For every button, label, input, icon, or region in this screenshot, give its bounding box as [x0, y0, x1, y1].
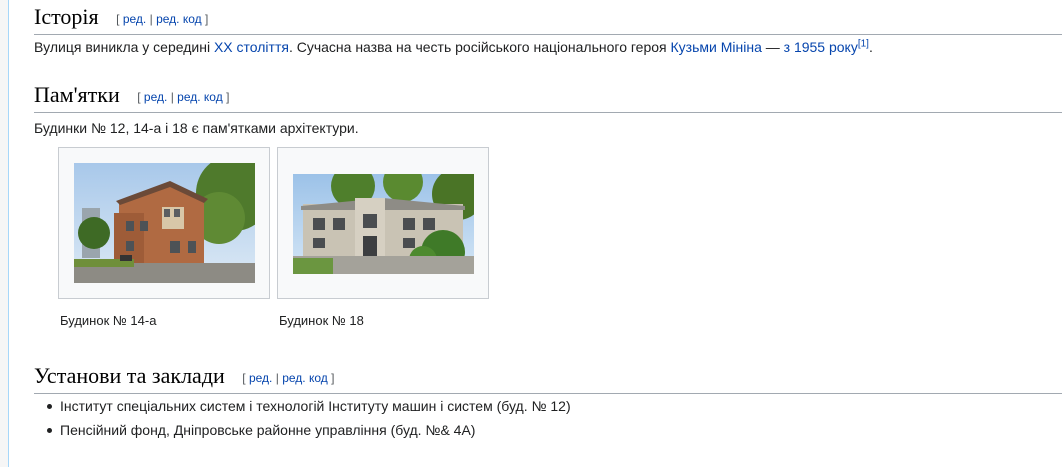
link-century[interactable]: XX століття: [214, 39, 289, 55]
edit-section-links: [ ред. | ред. код ]: [242, 370, 335, 385]
photo-house-14a[interactable]: [74, 163, 255, 283]
edit-source-link[interactable]: ред. код: [156, 12, 202, 26]
section-heading-monuments: Пам'ятки [ ред. | ред. код ]: [34, 81, 1062, 113]
building-photo-icon: [293, 174, 474, 274]
edit-source-link[interactable]: ред. код: [282, 371, 328, 385]
section-heading-history: Історія [ ред. | ред. код ]: [34, 3, 1062, 35]
heading-text: Установи та заклади: [34, 363, 225, 388]
gallery-caption: Будинок № 18: [279, 313, 364, 328]
building-photo-icon: [74, 163, 255, 283]
thumbnail-frame: [58, 147, 270, 299]
section-heading-institutions: Установи та заклади [ ред. | ред. код ]: [34, 362, 1062, 394]
edit-source-link[interactable]: ред. код: [177, 90, 223, 104]
link-kuzma-minin[interactable]: Кузьми Мініна: [671, 39, 762, 55]
photo-house-18[interactable]: [293, 174, 474, 274]
edit-link[interactable]: ред.: [144, 90, 167, 104]
heading-text: Пам'ятки: [34, 82, 120, 107]
list-item: Пенсійний фонд, Дніпровське районне упра…: [38, 418, 571, 442]
thumbnail-frame: [277, 147, 489, 299]
monuments-paragraph: Будинки № 12, 14-а і 18 є пам'ятками арх…: [34, 120, 359, 136]
history-paragraph: Вулиця виникла у середині XX століття. С…: [34, 38, 873, 55]
edit-link[interactable]: ред.: [249, 371, 272, 385]
edit-section-links: [ ред. | ред. код ]: [116, 11, 209, 26]
sidebar-edge: [0, 0, 9, 467]
link-1955[interactable]: з 1955 року: [784, 39, 858, 55]
heading-text: Історія: [34, 4, 99, 29]
edit-link[interactable]: ред.: [123, 12, 146, 26]
gallery-caption: Будинок № 14-а: [60, 313, 157, 328]
reference-link[interactable]: [1]: [858, 38, 869, 49]
list-item: Інститут спеціальних систем і технологій…: [38, 394, 571, 418]
institutions-list: Інститут спеціальних систем і технологій…: [38, 394, 571, 442]
gallery-item-14a: Будинок № 14-а: [58, 147, 270, 328]
edit-section-links: [ ред. | ред. код ]: [137, 89, 230, 104]
gallery-item-18: Будинок № 18: [277, 147, 489, 328]
